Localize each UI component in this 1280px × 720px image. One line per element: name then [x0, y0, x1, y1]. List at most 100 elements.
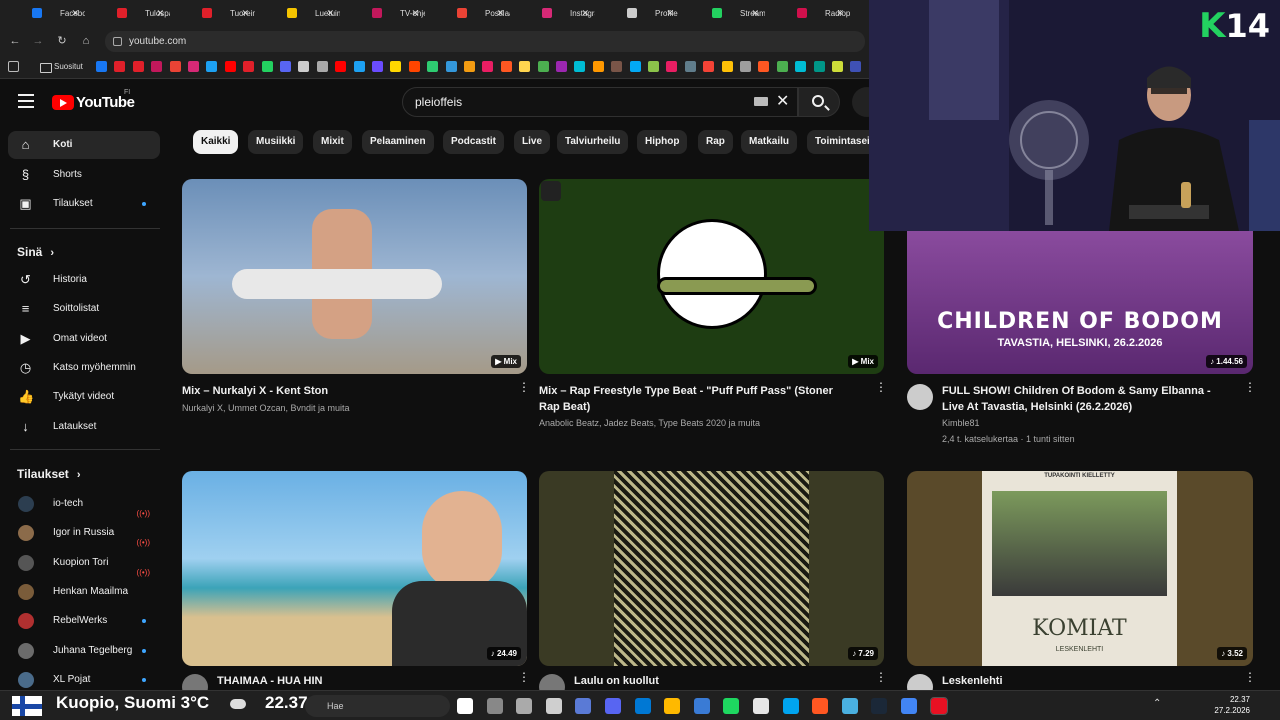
sidebar-item-koti[interactable]: ⌂ Koti — [8, 131, 160, 159]
bookmark-favicon-icon[interactable] — [832, 61, 843, 72]
sidebar-subscriptions-heading[interactable]: Tilaukset › — [17, 467, 80, 481]
sidebar-item-liked[interactable]: 👍 Tykätyt videot — [8, 383, 160, 411]
address-bar[interactable]: youtube.com — [105, 31, 865, 52]
bookmark-favicon-icon[interactable] — [629, 61, 641, 72]
video-title[interactable]: Mix – Nurkalyi X - Kent Ston — [182, 383, 492, 399]
bookmark-favicon-icon[interactable] — [537, 61, 549, 72]
video-title[interactable]: Leskenlehti — [942, 673, 1227, 689]
more-options-icon[interactable]: ⋮ — [1244, 381, 1256, 393]
video-title[interactable]: FULL SHOW! Children Of Bodom & Samy Elba… — [942, 383, 1227, 415]
bookmark-favicon-icon[interactable] — [703, 61, 715, 72]
search-button[interactable] — [798, 87, 840, 117]
reload-icon[interactable]: ↻ — [55, 34, 69, 48]
taskbar-search[interactable]: Hae — [305, 695, 450, 717]
taskbar-app-icon[interactable] — [486, 698, 503, 714]
bookmark-favicon-icon[interactable] — [740, 61, 751, 72]
browser-tab[interactable]: Tulospalvelu✕ — [85, 0, 170, 28]
browser-tab[interactable]: TV-ohjelmat✕ — [340, 0, 425, 28]
taskbar-app-icon[interactable] — [575, 698, 592, 714]
bookmark-favicon-icon[interactable] — [427, 61, 439, 72]
taskbar-app-icon[interactable] — [605, 698, 621, 714]
system-clock[interactable]: 22.37 27.2.2026 — [1214, 694, 1250, 716]
keyboard-icon[interactable] — [754, 97, 768, 106]
taskbar-app-icon[interactable] — [782, 698, 799, 714]
browser-tab[interactable]: Profile | Bo✕ — [595, 0, 680, 28]
video-thumbnail[interactable]: ▶ Mix — [182, 179, 527, 374]
bookmark-favicon-icon[interactable] — [445, 61, 457, 72]
taskbar-app-icon[interactable] — [723, 698, 740, 714]
video-thumbnail[interactable]: ♪ 7.29 — [539, 471, 884, 666]
clear-search-icon[interactable]: ✕ — [776, 91, 789, 111]
taskbar-app-icon[interactable] — [457, 698, 473, 714]
bookmark-favicon-icon[interactable] — [556, 61, 567, 72]
tab-close-icon[interactable]: ✕ — [411, 8, 419, 19]
bookmark-favicon-icon[interactable] — [298, 61, 310, 72]
browser-tab[interactable]: Radioplay✕ — [765, 0, 850, 28]
browser-tab[interactable]: Stream - K✕ — [680, 0, 765, 28]
search-input[interactable]: pleioffeis — [402, 87, 798, 117]
bookmark-folder-suositut[interactable]: Suositut — [40, 60, 83, 74]
channel-avatar[interactable] — [907, 384, 933, 410]
chip-live[interactable]: Live — [514, 130, 551, 154]
sidebar-item-your-videos[interactable]: ▶ Omat videot — [8, 325, 160, 353]
bookmark-favicon-icon[interactable] — [776, 61, 788, 72]
bookmark-favicon-icon[interactable] — [519, 61, 531, 72]
bookmark-favicon-icon[interactable] — [188, 61, 199, 72]
more-options-icon[interactable]: ⋮ — [875, 671, 887, 683]
chip-musiikki[interactable]: Musiikki — [248, 130, 304, 154]
sidebar-subscription[interactable]: RebelWerks — [8, 607, 160, 635]
sidebar-item-tilaukset[interactable]: ▣ Tilaukset — [8, 190, 160, 218]
taskbar-app-icon[interactable] — [812, 698, 829, 714]
taskbar-app-icon[interactable] — [545, 698, 562, 714]
bookmark-favicon-icon[interactable] — [666, 61, 678, 72]
video-thumbnail[interactable]: ▶ Mix — [539, 179, 884, 374]
tab-close-icon[interactable]: ✕ — [326, 8, 334, 19]
taskbar-app-icon[interactable] — [664, 698, 681, 714]
bookmark-favicon-icon[interactable] — [500, 61, 512, 72]
chip-toimintasei[interactable]: Toimintasei — [807, 130, 869, 154]
bookmark-favicon-icon[interactable] — [574, 61, 586, 72]
chip-mixit[interactable]: Mixit — [313, 130, 352, 154]
chip-kaikki[interactable]: Kaikki — [193, 130, 239, 154]
more-options-icon[interactable]: ⋮ — [1244, 671, 1256, 683]
weather-widget[interactable]: Kuopio, Suomi 3°C — [56, 693, 209, 713]
more-options-icon[interactable]: ⋮ — [518, 381, 530, 393]
video-thumbnail[interactable]: CHILDREN OF BODOM TAVASTIA, HELSINKI, 26.… — [907, 231, 1253, 374]
chip-hiphop[interactable]: Hiphop — [637, 130, 688, 154]
tab-close-icon[interactable]: ✕ — [751, 8, 759, 19]
taskbar-app-icon[interactable] — [693, 698, 710, 714]
tray-chevron-icon[interactable]: ⌃ — [1153, 698, 1161, 709]
bookmark-favicon-icon[interactable] — [482, 61, 494, 72]
sidebar-subscription[interactable]: Kuopion Tori ((•)) — [8, 549, 160, 577]
video-channel[interactable]: Anabolic Beatz, Jadez Beats, Type Beats … — [539, 416, 859, 430]
sidebar-subscription[interactable]: Henkan Maailma — [8, 578, 160, 606]
bookmark-favicon-icon[interactable] — [96, 61, 107, 72]
sidebar-item-downloads[interactable]: ↓ Lataukset — [8, 413, 160, 441]
sidebar-subscription[interactable]: Igor in Russia ((•)) — [8, 519, 160, 547]
bookmark-favicon-icon[interactable] — [114, 61, 126, 72]
video-thumbnail[interactable]: ♪ 24.49 — [182, 471, 527, 666]
sidebar-item-playlists[interactable]: ≡ Soittolistat — [8, 295, 160, 323]
taskbar-app-icon[interactable] — [841, 698, 858, 714]
bookmark-favicon-icon[interactable] — [335, 61, 347, 72]
bookmark-favicon-icon[interactable] — [353, 61, 365, 72]
taskbar-app-icon[interactable] — [929, 697, 948, 715]
apps-grid-icon[interactable] — [8, 61, 19, 72]
bookmark-favicon-icon[interactable] — [206, 61, 218, 72]
video-thumbnail[interactable]: TUPAKOINTI KIELLETTY KOMIAT LESKENLEHTI ♪ 3… — [907, 471, 1253, 666]
bookmark-favicon-icon[interactable] — [390, 61, 402, 72]
bookmark-favicon-icon[interactable] — [151, 61, 163, 72]
bookmark-favicon-icon[interactable] — [850, 61, 862, 72]
bookmark-favicon-icon[interactable] — [758, 61, 770, 72]
browser-tab[interactable]: Facebook✕ — [0, 0, 85, 28]
sidebar-subscription[interactable]: Juhana Tegelberg — [8, 637, 160, 665]
tab-close-icon[interactable]: ✕ — [71, 8, 79, 19]
browser-tab[interactable]: Postilaatikko✕ — [425, 0, 510, 28]
sidebar-you-heading[interactable]: Sinä › — [17, 245, 54, 259]
bookmark-favicon-icon[interactable] — [280, 61, 291, 72]
bookmark-favicon-icon[interactable] — [464, 61, 475, 72]
tab-close-icon[interactable]: ✕ — [666, 8, 674, 19]
bookmark-favicon-icon[interactable] — [372, 61, 383, 72]
taskbar-app-icon[interactable] — [516, 698, 533, 714]
chip-pelaaminen[interactable]: Pelaaminen — [362, 130, 434, 154]
